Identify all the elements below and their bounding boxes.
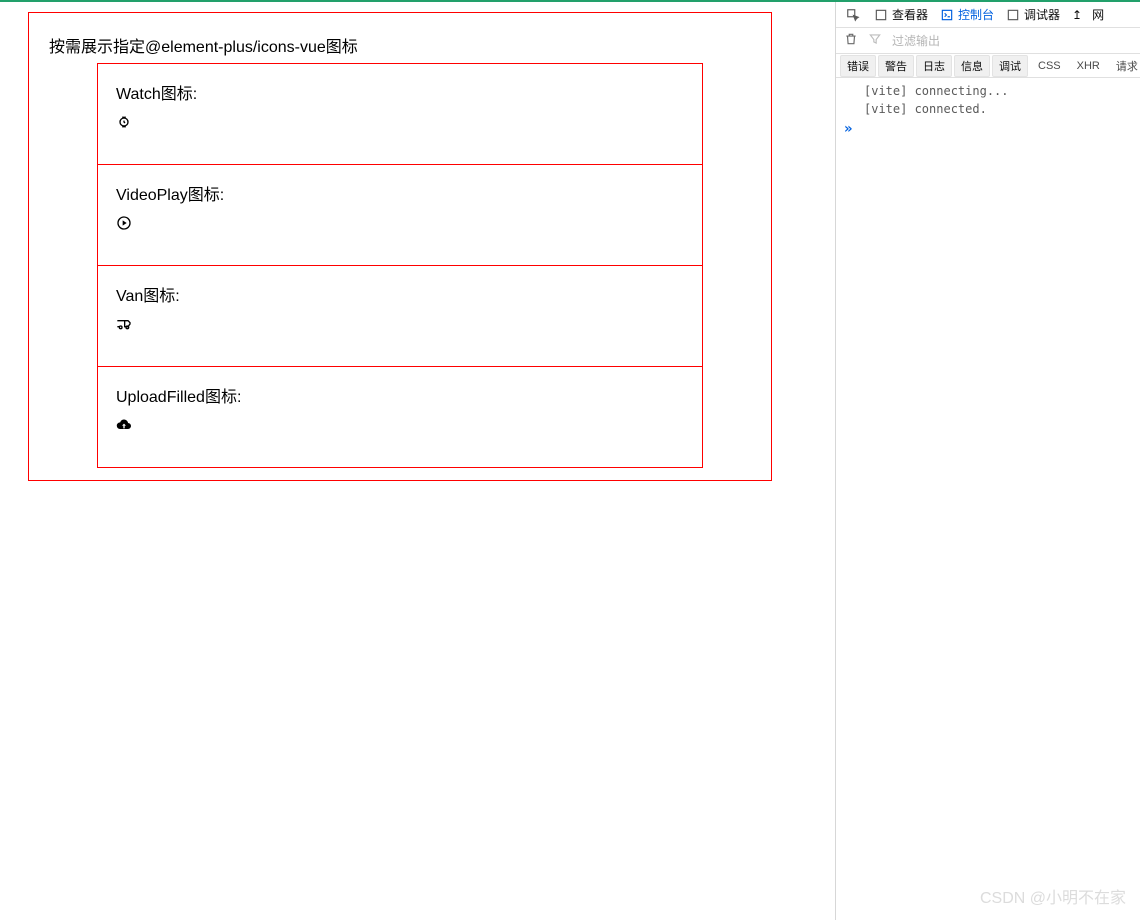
app-viewport: 按需展示指定@element-plus/icons-vue图标 Watch图标:… xyxy=(0,2,836,920)
clear-console-button[interactable] xyxy=(844,32,858,49)
watch-icon xyxy=(116,114,684,130)
tab-console[interactable]: 控制台 xyxy=(936,4,1000,25)
filter-pill-css[interactable]: CSS xyxy=(1030,58,1069,74)
filter-chip-info[interactable]: 信息 xyxy=(954,55,990,77)
van-icon xyxy=(116,316,684,332)
filter-chip-debug[interactable]: 调试 xyxy=(992,55,1028,77)
icon-block-video-play: VideoPlay图标: xyxy=(97,164,703,266)
video-play-icon xyxy=(116,215,684,231)
icon-block-label: Watch图标: xyxy=(116,80,684,104)
tab-debugger-label: 调试器 xyxy=(1024,6,1060,23)
icon-block-watch: Watch图标: xyxy=(97,63,703,165)
devtools-toolbar: 查看器 控制台 调试器 ↥ 网 xyxy=(836,2,1140,28)
icon-block-upload-filled: UploadFilled图标: xyxy=(97,366,703,468)
icon-block-label: UploadFilled图标: xyxy=(116,383,684,407)
devtools-filter-bar: 过滤输出 xyxy=(836,28,1140,54)
console-log-line: [vite] connected. xyxy=(836,100,1140,118)
filter-pill-request[interactable]: 请求 xyxy=(1108,56,1140,76)
console-log: [vite] connecting... [vite] connected. » xyxy=(836,78,1140,144)
filter-funnel-icon xyxy=(868,32,882,49)
console-log-line: [vite] connecting... xyxy=(836,82,1140,100)
devtools-tab-strip: 查看器 控制台 调试器 ↥ 网 xyxy=(870,4,1110,25)
element-picker-button[interactable] xyxy=(842,6,866,24)
icon-block-label: VideoPlay图标: xyxy=(116,181,684,205)
tab-debugger[interactable]: 调试器 xyxy=(1002,4,1066,25)
icon-block-van: Van图标: xyxy=(97,265,703,367)
upload-filled-icon xyxy=(116,417,684,433)
screenshot-root: 按需展示指定@element-plus/icons-vue图标 Watch图标:… xyxy=(0,0,1140,920)
filter-chip-warning[interactable]: 警告 xyxy=(878,55,914,77)
tab-inspector-label: 查看器 xyxy=(892,6,928,23)
filter-output-placeholder[interactable]: 过滤输出 xyxy=(892,32,940,49)
icon-block-label: Van图标: xyxy=(116,282,684,306)
filter-pill-xhr[interactable]: XHR xyxy=(1069,58,1108,74)
devtools-panel: 查看器 控制台 调试器 ↥ 网 xyxy=(836,2,1140,920)
tab-network-label: 网 xyxy=(1092,6,1104,23)
tab-inspector[interactable]: 查看器 xyxy=(870,4,934,25)
filter-chip-log[interactable]: 日志 xyxy=(916,55,952,77)
devtools-filter-chips: 错误 警告 日志 信息 调试 CSS XHR 请求 xyxy=(836,54,1140,78)
outer-box: 按需展示指定@element-plus/icons-vue图标 Watch图标:… xyxy=(28,12,772,481)
filter-chip-error[interactable]: 错误 xyxy=(840,55,876,77)
tab-console-label: 控制台 xyxy=(958,6,994,23)
console-expand-toggle[interactable]: » xyxy=(836,118,1140,140)
page-heading: 按需展示指定@element-plus/icons-vue图标 xyxy=(29,25,771,63)
network-arrow-icon: ↥ xyxy=(1068,8,1086,22)
tab-network[interactable]: 网 xyxy=(1088,4,1110,25)
